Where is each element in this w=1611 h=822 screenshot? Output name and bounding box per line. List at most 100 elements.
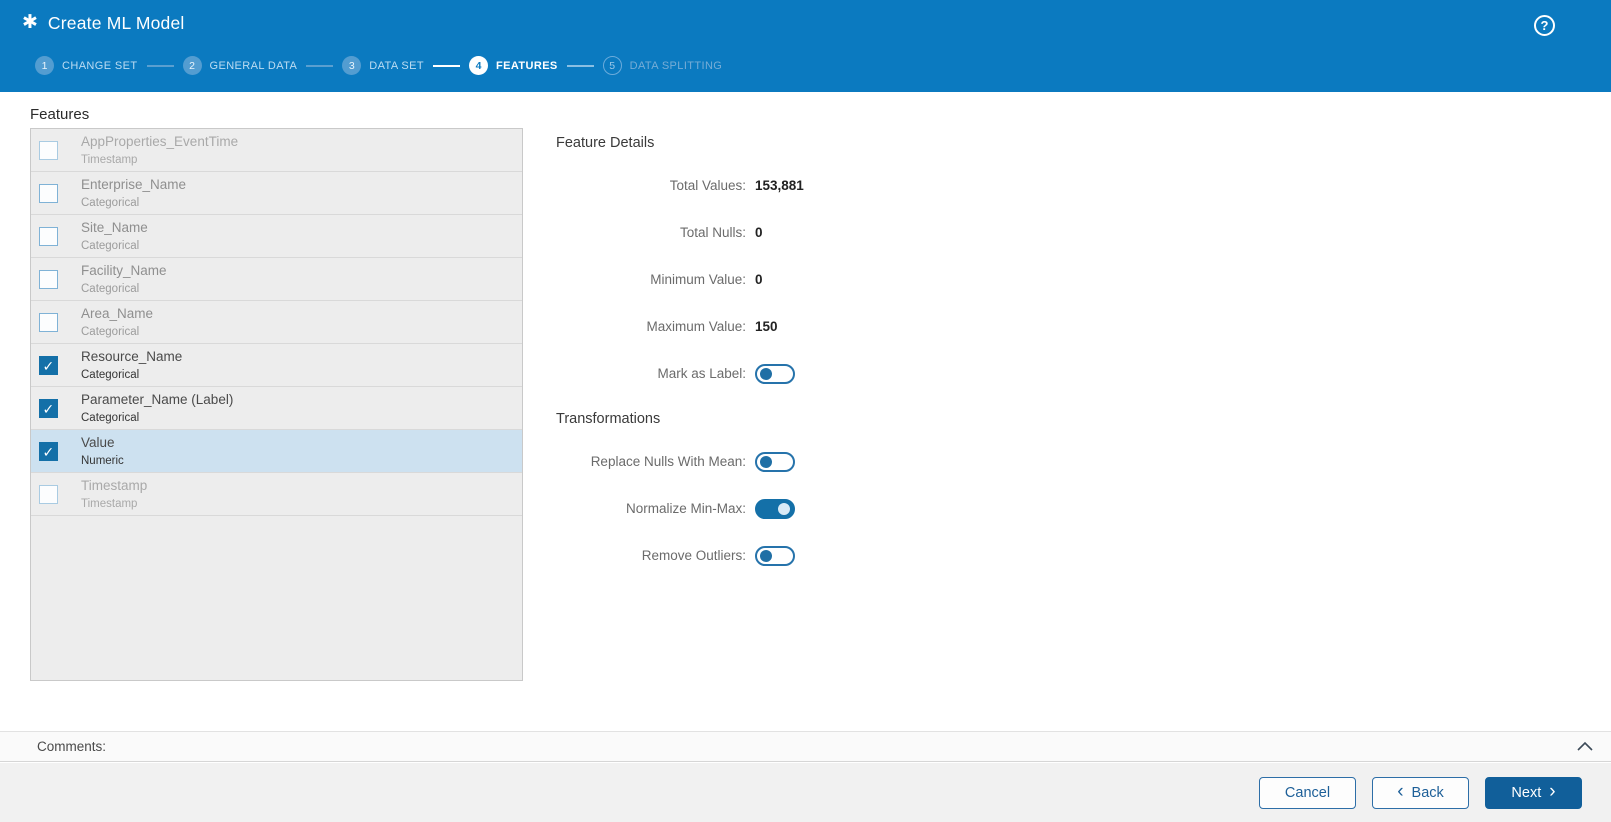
features-panel-title: Features	[30, 106, 90, 123]
toggle-knob	[760, 367, 772, 380]
feature-type: Categorical	[81, 283, 140, 295]
step-number: 1	[35, 56, 54, 75]
title-row: ✱ Create ML Model	[0, 0, 1611, 34]
feature-name: Site_Name	[81, 220, 148, 235]
stat-value: 0	[755, 272, 763, 287]
step-label: FEATURES	[496, 59, 558, 72]
step-features[interactable]: 4 FEATURES	[469, 56, 558, 75]
feature-type: Numeric	[81, 455, 124, 467]
cancel-button[interactable]: Cancel	[1259, 776, 1356, 809]
step-connector	[433, 64, 460, 67]
chevron-right-icon: ›	[1549, 780, 1556, 802]
feature-name: Facility_Name	[81, 263, 167, 278]
feature-checkbox[interactable]	[39, 485, 58, 504]
step-number: 4	[469, 56, 488, 75]
back-button[interactable]: ‹ Back	[1372, 776, 1469, 809]
feature-checkbox[interactable]	[39, 399, 58, 418]
feature-row[interactable]: Facility_Name Categorical	[31, 258, 522, 301]
feature-list: AppProperties_EventTime Timestamp Enterp…	[30, 128, 523, 681]
toggle-row: Remove Outliers:	[556, 532, 976, 579]
mark-as-label-row: Mark as Label:	[556, 350, 976, 397]
back-button-label: Back	[1411, 784, 1444, 801]
next-button-label: Next	[1511, 784, 1542, 801]
toggle-label: Mark as Label:	[657, 366, 746, 381]
feature-checkbox[interactable]	[39, 356, 58, 375]
step-connector	[146, 64, 174, 67]
app-header: ✱ Create ML Model ? 1 CHANGE SET 2 GENER…	[0, 0, 1611, 92]
feature-type: Categorical	[81, 412, 140, 424]
feature-row[interactable]: Site_Name Categorical	[31, 215, 522, 258]
toggle-label: Normalize Min-Max:	[625, 501, 746, 516]
feature-name: AppProperties_EventTime	[81, 134, 239, 149]
stat-value: 150	[755, 319, 778, 334]
feature-type: Categorical	[81, 369, 140, 381]
feature-name: Area_Name	[81, 306, 154, 321]
toggle-row: Replace Nulls With Mean:	[556, 438, 976, 485]
toggle-label: Replace Nulls With Mean:	[590, 454, 746, 469]
feature-checkbox[interactable]	[39, 227, 58, 246]
step-label: DATA SPLITTING	[629, 59, 723, 72]
feature-row[interactable]: AppProperties_EventTime Timestamp	[31, 129, 522, 172]
stat-value: 153,881	[755, 178, 804, 193]
mark-as-label-toggle[interactable]	[755, 363, 795, 384]
cancel-button-label: Cancel	[1284, 784, 1331, 801]
stat-label: Total Values:	[669, 178, 746, 193]
step-number: 2	[182, 56, 202, 75]
step-general-data[interactable]: 2 GENERAL DATA	[182, 56, 298, 75]
normalize-min-max-toggle[interactable]	[755, 498, 795, 519]
feature-row[interactable]: Area_Name Categorical	[31, 301, 522, 344]
step-data-splitting: 5 DATA SPLITTING	[602, 56, 723, 75]
help-button[interactable]: ?	[1534, 15, 1555, 36]
step-label: CHANGE SET	[62, 59, 138, 72]
step-label: DATA SET	[369, 59, 424, 72]
feature-row[interactable]: Parameter_Name (Label) Categorical	[31, 387, 522, 430]
stat-value: 0	[755, 225, 763, 240]
toggle-row: Normalize Min-Max:	[556, 485, 976, 532]
feature-checkbox[interactable]	[39, 270, 58, 289]
stat-row: Minimum Value: 0	[556, 256, 976, 303]
toggle-knob	[760, 549, 772, 562]
feature-type: Timestamp	[81, 154, 138, 166]
feature-row[interactable]: Timestamp Timestamp	[31, 473, 522, 516]
step-change-set[interactable]: 1 CHANGE SET	[35, 56, 138, 75]
feature-checkbox[interactable]	[39, 184, 58, 203]
feature-details-title: Feature Details	[556, 135, 655, 151]
comments-label: Comments:	[37, 739, 107, 754]
comments-bar: Comments:	[0, 731, 1611, 762]
feature-details-panel: Feature Details Total Values: 153,881 To…	[556, 135, 976, 579]
feature-checkbox[interactable]	[39, 442, 58, 461]
feature-stats: Total Values: 153,881 Total Nulls: 0 Min…	[556, 162, 976, 397]
transformations-title: Transformations	[556, 411, 661, 427]
feature-checkbox[interactable]	[39, 141, 58, 160]
remove-outliers-toggle[interactable]	[755, 545, 795, 566]
feature-row[interactable]: Enterprise_Name Categorical	[31, 172, 522, 215]
step-number: 3	[342, 56, 362, 75]
stat-row: Maximum Value: 150	[556, 303, 976, 350]
feature-type: Categorical	[81, 240, 140, 252]
feature-row[interactable]: Value Numeric	[31, 430, 522, 473]
comments-collapse-button[interactable]	[1576, 740, 1594, 754]
feature-row[interactable]: Resource_Name Categorical	[31, 344, 522, 387]
feature-name: Parameter_Name (Label)	[81, 392, 234, 407]
wizard-stepper: 1 CHANGE SET 2 GENERAL DATA 3 DATA SET 4…	[35, 56, 722, 75]
stat-label: Minimum Value:	[650, 272, 746, 287]
stat-row: Total Nulls: 0	[556, 209, 976, 256]
next-button[interactable]: Next ›	[1485, 776, 1582, 809]
chevron-up-icon	[1577, 741, 1593, 751]
step-label: GENERAL DATA	[209, 59, 298, 72]
create-ml-model-wizard: ✱ Create ML Model ? 1 CHANGE SET 2 GENER…	[0, 0, 1611, 822]
feature-type: Categorical	[81, 197, 140, 209]
feature-type: Categorical	[81, 326, 140, 338]
feature-name: Enterprise_Name	[81, 177, 187, 192]
feature-checkbox[interactable]	[39, 313, 58, 332]
stat-label: Total Nulls:	[679, 225, 746, 240]
replace-nulls-toggle[interactable]	[755, 451, 795, 472]
question-icon: ?	[1540, 18, 1549, 33]
asterisk-icon: ✱	[22, 12, 38, 33]
footer-bar: Cancel ‹ Back Next ›	[0, 763, 1611, 822]
stat-label: Maximum Value:	[646, 319, 746, 334]
chevron-left-icon: ‹	[1397, 780, 1404, 802]
feature-name: Timestamp	[81, 478, 148, 493]
step-data-set[interactable]: 3 DATA SET	[342, 56, 424, 75]
step-connector	[566, 64, 594, 67]
